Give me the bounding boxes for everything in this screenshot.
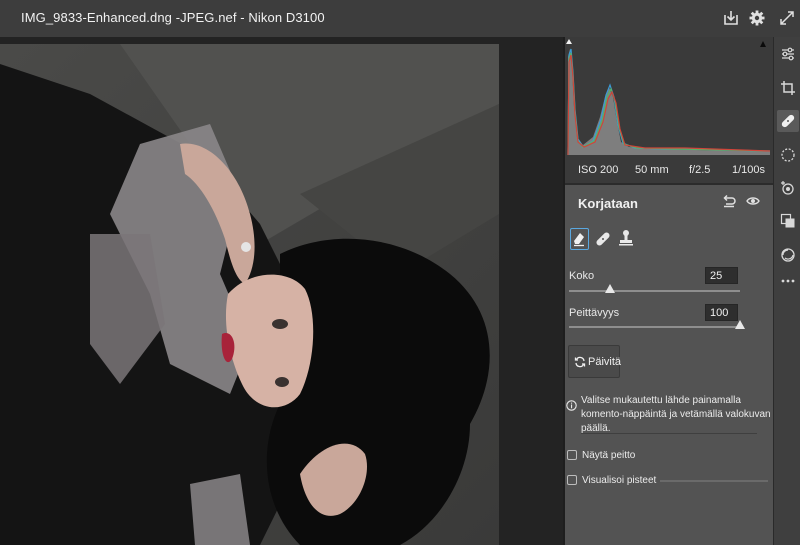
clone-icon[interactable]: [617, 229, 635, 247]
refresh-icon: [574, 356, 586, 368]
aperture-value: f/2.5: [689, 164, 711, 176]
snapshots-icon[interactable]: [780, 247, 796, 263]
gear-icon[interactable]: [748, 9, 766, 27]
presets-icon[interactable]: [780, 213, 796, 229]
size-slider-thumb[interactable]: [605, 284, 616, 293]
image-canvas[interactable]: [0, 37, 563, 545]
fullscreen-icon[interactable]: [778, 9, 796, 27]
update-button-label: Päivitä: [588, 356, 622, 368]
section-title: Korjataan: [578, 196, 638, 211]
heal-icon[interactable]: [594, 230, 612, 248]
edit-sliders-icon[interactable]: [780, 46, 796, 62]
show-overlay-checkbox[interactable]: [567, 450, 577, 460]
visualize-spots-slider[interactable]: [660, 480, 768, 482]
iso-value: ISO 200: [578, 164, 619, 176]
content-aware-remove-icon: [574, 233, 584, 247]
reset-icon[interactable]: [722, 194, 736, 208]
mask-icon[interactable]: [780, 147, 796, 163]
visualize-spots-checkbox[interactable]: [567, 475, 577, 485]
info-icon: [566, 400, 577, 411]
title-bar: IMG_9833-Enhanced.dng -JPEG.nef - Nikon …: [0, 0, 800, 37]
heal-tool-button[interactable]: [777, 110, 799, 132]
update-button[interactable]: Päivitä: [568, 345, 622, 378]
size-input[interactable]: 25: [705, 267, 738, 284]
divider: [565, 183, 773, 185]
crop-icon[interactable]: [780, 80, 796, 96]
visualize-spots-label: Visualisoi pisteet: [582, 475, 657, 486]
focal-length-value: 50 mm: [635, 164, 669, 176]
info-text: Valitse mukautettu lähde painamalla kome…: [581, 395, 771, 434]
shadow-clipping-icon[interactable]: [566, 39, 572, 44]
exif-info: ISO 200 50 mm f/2.5 1/100s: [565, 155, 773, 183]
show-overlay-label: Näytä peitto: [582, 450, 636, 461]
edit-panel: ISO 200 50 mm f/2.5 1/100s Korjataan Kok…: [565, 37, 773, 545]
opacity-label: Peittävyys: [569, 307, 620, 319]
content-aware-remove-button[interactable]: [570, 228, 589, 250]
photo-preview[interactable]: [0, 44, 499, 545]
red-eye-icon[interactable]: [780, 180, 796, 196]
opacity-slider-thumb[interactable]: [735, 320, 745, 329]
more-icon[interactable]: [780, 277, 796, 285]
save-icon[interactable]: [722, 9, 740, 27]
window-title: IMG_9833-Enhanced.dng -JPEG.nef - Nikon …: [21, 10, 325, 25]
shutter-value: 1/100s: [732, 164, 766, 176]
heal-icon: [781, 114, 795, 128]
tool-strip: [773, 37, 800, 545]
histogram: [565, 37, 773, 156]
opacity-input[interactable]: 100: [705, 304, 738, 321]
size-slider-track[interactable]: [569, 290, 740, 292]
opacity-slider-track[interactable]: [569, 326, 740, 328]
visibility-eye-icon[interactable]: [746, 194, 760, 208]
size-label: Koko: [569, 270, 595, 282]
divider: [581, 433, 757, 434]
